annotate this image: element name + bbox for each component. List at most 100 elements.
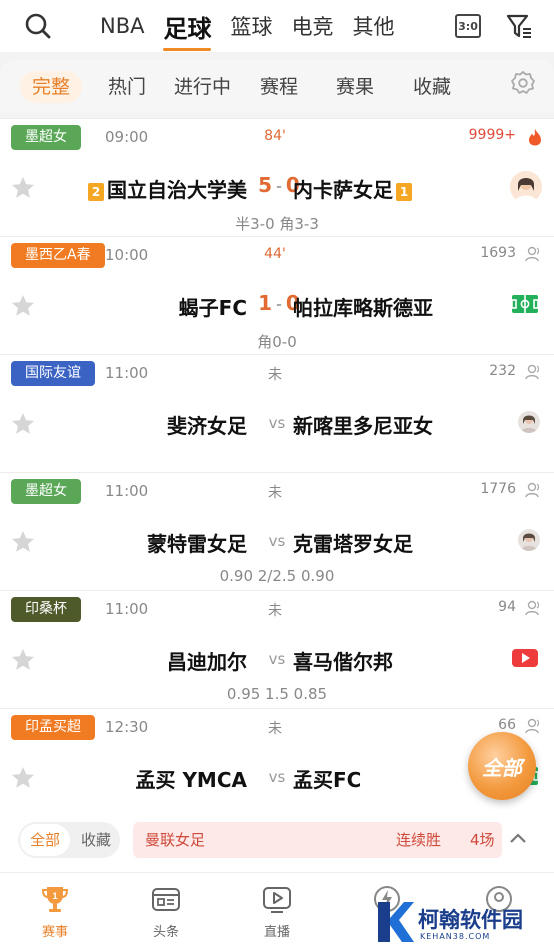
star-icon[interactable]	[10, 647, 36, 673]
subtab-results[interactable]: 赛果	[336, 71, 374, 103]
match-row[interactable]: 墨西乙A春 10:00 44' 1693 蝎子FC 1-0 帕拉库略斯德亚 角0-0	[0, 236, 554, 354]
nav-events[interactable]: 1 赛事	[15, 883, 95, 940]
match-status: 未	[268, 721, 282, 737]
fire-icon	[528, 128, 542, 146]
away-team: 帕拉库略斯德亚	[293, 292, 433, 321]
vs-label: vs	[268, 414, 286, 432]
subtab-live[interactable]: 进行中	[174, 71, 231, 103]
trophy-icon: 1	[41, 887, 69, 912]
subtab-hot[interactable]: 热门	[108, 71, 146, 103]
anchor-avatar[interactable]	[518, 411, 540, 433]
match-header: 印孟买超 12:30 未 66	[0, 709, 554, 743]
home-score: 1	[258, 291, 273, 315]
chevron-up-icon[interactable]	[508, 830, 528, 846]
star-icon[interactable]	[10, 411, 36, 437]
tab-football[interactable]: 足球	[163, 9, 212, 51]
streak-team: 曼联女足	[145, 831, 206, 849]
scope-toggle: 全部 收藏	[18, 822, 120, 858]
league-badge[interactable]: 墨超女	[11, 125, 81, 150]
home-team: 斐济女足	[167, 410, 247, 439]
match-status: 未	[268, 485, 282, 501]
home-team: 蒙特雷女足	[147, 528, 247, 557]
svg-text:1: 1	[52, 891, 57, 901]
match-row[interactable]: 国际友谊 11:00 未 232 斐济女足 vs 新喀里多尼亚女	[0, 354, 554, 472]
filter-icon[interactable]	[505, 12, 533, 40]
away-team-name: 新喀里多尼亚女	[293, 414, 433, 438]
home-team-name: 孟买 YMCA	[135, 768, 247, 792]
settings-icon[interactable]	[510, 70, 536, 96]
league-badge[interactable]: 墨超女	[11, 479, 81, 504]
streak-count: 4场	[470, 831, 495, 849]
away-team-name: 帕拉库略斯德亚	[293, 296, 433, 320]
scope-all-button[interactable]: 全部	[20, 824, 70, 856]
anchor-avatar[interactable]	[518, 529, 540, 551]
user-icon	[524, 599, 542, 617]
league-badge[interactable]: 印孟买超	[11, 715, 95, 740]
match-header: 国际友谊 11:00 未 232	[0, 355, 554, 389]
away-team: 内卡萨女足 1	[293, 174, 415, 203]
vs-label: vs	[268, 650, 286, 668]
scope-favorites-button[interactable]: 收藏	[74, 824, 118, 856]
match-row[interactable]: 墨超女 09:00 84' 9999+ 2 国立自治大学美 5-0 内卡萨女足 1 半3-0 角3…	[0, 118, 554, 236]
subtab-favorites[interactable]: 收藏	[413, 71, 451, 103]
away-rank-badge: 1	[396, 182, 412, 201]
follower-count: 66	[498, 717, 516, 733]
home-team: 蝎子FC	[179, 292, 247, 321]
match-time: 11:00	[105, 364, 149, 382]
follower-count: 94	[498, 599, 516, 615]
away-team: 孟买FC	[293, 764, 361, 793]
play-icon	[263, 887, 291, 913]
league-badge[interactable]: 国际友谊	[11, 361, 95, 386]
nav-news[interactable]: 头条	[126, 883, 206, 940]
heat-count: 9999+	[468, 127, 516, 143]
user-icon	[524, 481, 542, 499]
home-team: 孟买 YMCA	[135, 764, 247, 793]
away-team-name: 喜马偕尔邦	[293, 650, 393, 674]
away-team: 喜马偕尔邦	[293, 646, 393, 675]
match-row[interactable]: 印桑杯 11:00 未 94 昌迪加尔 vs 喜马偕尔邦 0.95 1.5 0.85	[0, 590, 554, 708]
bottom-filter-bar: 全部 收藏 曼联女足 连续胜 4场	[0, 810, 554, 872]
vs-label: vs	[268, 768, 286, 786]
vs-label: vs	[268, 532, 286, 550]
nav-events-label: 赛事	[41, 925, 68, 940]
match-row[interactable]: 墨超女 11:00 未 1776 蒙特雷女足 vs 克雷塔罗女足 0.90 2/2.5 0.9…	[0, 472, 554, 590]
star-icon[interactable]	[10, 175, 36, 201]
tab-esports[interactable]: 电竞	[291, 11, 333, 41]
anchor-avatar[interactable]	[510, 171, 542, 203]
streak-banner[interactable]: 曼联女足 连续胜 4场	[133, 822, 502, 858]
match-header: 墨超女 09:00 84' 9999+	[0, 119, 554, 153]
tab-other[interactable]: 其他	[352, 11, 394, 41]
home-score: 5	[258, 173, 273, 197]
star-icon[interactable]	[10, 529, 36, 555]
star-icon[interactable]	[10, 293, 36, 319]
tab-nba[interactable]: NBA	[100, 14, 144, 38]
match-time: 09:00	[105, 128, 149, 146]
user-icon	[524, 717, 542, 735]
video-icon[interactable]	[510, 643, 540, 673]
home-team-name: 蝎子FC	[178, 296, 247, 320]
tab-basketball[interactable]: 篮球	[230, 11, 272, 41]
all-floating-button[interactable]: 全部	[468, 732, 536, 800]
news-icon	[152, 888, 180, 911]
pitch-icon[interactable]	[510, 289, 540, 319]
match-odds-info: 半3-0 角3-3	[235, 215, 319, 233]
match-odds-info: 角0-0	[257, 333, 297, 351]
home-team: 昌迪加尔	[167, 646, 247, 675]
subtab-complete[interactable]: 完整	[20, 71, 83, 103]
league-badge[interactable]: 墨西乙A春	[11, 243, 105, 268]
match-time: 10:00	[105, 246, 149, 264]
home-team-name: 斐济女足	[167, 414, 247, 438]
search-icon[interactable]	[24, 12, 52, 40]
k-logo-icon	[378, 902, 414, 942]
follower-count: 1776	[480, 481, 516, 497]
match-time: 11:00	[105, 482, 149, 500]
match-time: 12:30	[105, 718, 149, 736]
score-view-icon[interactable]: 3:0	[455, 14, 481, 38]
subtab-schedule[interactable]: 赛程	[260, 71, 298, 103]
star-icon[interactable]	[10, 765, 36, 791]
match-header: 印桑杯 11:00 未 94	[0, 591, 554, 625]
league-badge[interactable]: 印桑杯	[11, 597, 81, 622]
match-status: 44'	[264, 246, 286, 262]
nav-live[interactable]: 直播	[237, 883, 317, 940]
home-team: 2 国立自治大学美	[85, 174, 247, 203]
